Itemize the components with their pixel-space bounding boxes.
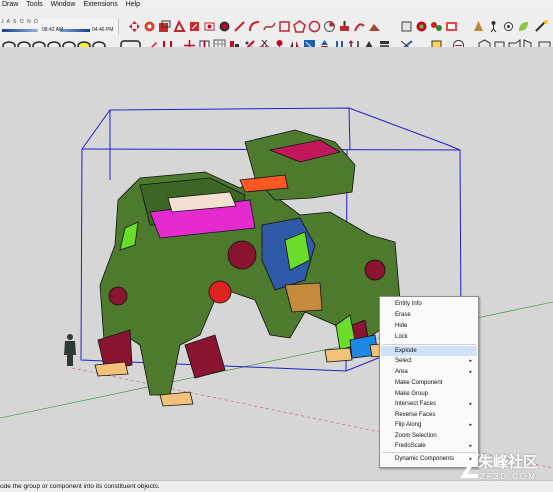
eraser-icon[interactable] — [203, 20, 216, 33]
submenu-arrow-icon: ▸ — [469, 401, 472, 407]
menu-window[interactable]: Window — [49, 0, 80, 9]
pie-icon[interactable] — [323, 20, 336, 33]
menu-item-hide[interactable]: Hide — [381, 321, 477, 331]
watermark-text: 朱峰社区 — [478, 454, 539, 471]
material-icon[interactable] — [430, 20, 443, 33]
menu-item-make-component[interactable]: Make Component — [381, 378, 477, 388]
watermark-subtext: ZF3D.COM — [480, 472, 537, 481]
robot-model — [94, 129, 401, 407]
menu-item-select[interactable]: Select ▸ — [381, 356, 477, 366]
look-around-icon[interactable] — [502, 20, 515, 33]
offset-icon[interactable] — [173, 20, 186, 33]
menu-help[interactable]: Help — [124, 0, 144, 9]
component-icon[interactable] — [400, 20, 413, 33]
follow-me-icon[interactable] — [353, 20, 366, 33]
menu-item-erase[interactable]: Erase — [381, 310, 477, 320]
push-pull-icon[interactable] — [338, 20, 351, 33]
menu-tools[interactable]: Tools — [24, 0, 46, 9]
geo-location-icon[interactable] — [472, 20, 485, 33]
leaf-icon[interactable] — [517, 20, 530, 33]
line-icon[interactable] — [233, 20, 246, 33]
menu-item-area[interactable]: Area ▸ — [381, 367, 477, 377]
time-slider[interactable] — [60, 29, 90, 32]
shadow-settings-toolbar: J A S O N D 08:42 AM 04:46 PM — [0, 18, 119, 35]
menu-extensions[interactable]: Extensions — [81, 0, 121, 9]
polygon-icon[interactable] — [293, 20, 306, 33]
status-text: ode the group or component into its cons… — [0, 483, 160, 490]
paint-bucket-icon[interactable] — [188, 20, 201, 33]
date-slider[interactable] — [2, 29, 38, 32]
context-menu: Entity Info Erase Hide Lock Explode Sele… — [379, 296, 479, 468]
menu-draw[interactable]: Draw — [0, 0, 22, 9]
style-icon[interactable] — [445, 20, 458, 33]
toolbar: J A S O N D 08:42 AM 04:46 PM — [0, 9, 553, 52]
menu-item-zoom-selection[interactable]: Zoom Selection — [381, 431, 477, 441]
walk-icon[interactable] — [487, 20, 500, 33]
scale-figure — [64, 334, 76, 366]
menu-bar: Draw Tools Window Extensions Help — [0, 0, 553, 9]
arc-icon[interactable] — [248, 20, 261, 33]
component-browser-icon[interactable] — [415, 20, 428, 33]
freehand-icon[interactable] — [263, 20, 276, 33]
model-viewport[interactable]: Entity Info Erase Hide Lock Explode Sele… — [0, 47, 553, 480]
menu-item-reverse-faces[interactable]: Reverse Faces — [381, 410, 477, 420]
menu-item-flip-along[interactable]: Flip Along ▸ — [381, 420, 477, 430]
rotate-icon[interactable] — [143, 20, 156, 33]
menu-item-intersect-faces[interactable]: Intersect Faces ▸ — [381, 399, 477, 409]
submenu-arrow-icon: ▸ — [469, 358, 472, 364]
shadow-months: J A S O N D — [1, 19, 39, 25]
submenu-arrow-icon: ▸ — [469, 369, 472, 375]
tape-measure-icon[interactable] — [218, 20, 231, 33]
move-icon[interactable] — [128, 20, 141, 33]
sandbox-icon[interactable] — [368, 20, 381, 33]
menu-item-explode[interactable]: Explode — [381, 346, 477, 356]
time-start: 08:42 AM — [42, 27, 64, 33]
menu-separator — [382, 344, 476, 345]
time-end: 04:46 PM — [92, 27, 114, 33]
extension-icon[interactable] — [535, 20, 548, 33]
watermark-logo-icon — [460, 454, 480, 478]
menu-item-entity-info[interactable]: Entity Info — [381, 299, 477, 309]
scale-icon[interactable] — [158, 20, 171, 33]
menu-item-make-group[interactable]: Make Group — [381, 389, 477, 399]
rectangle-icon[interactable] — [278, 20, 291, 33]
menu-item-lock[interactable]: Lock — [381, 332, 477, 342]
watermark: 朱峰社区 ZF3D.COM — [458, 448, 553, 486]
submenu-arrow-icon: ▸ — [469, 422, 472, 428]
circle-icon[interactable] — [308, 20, 321, 33]
